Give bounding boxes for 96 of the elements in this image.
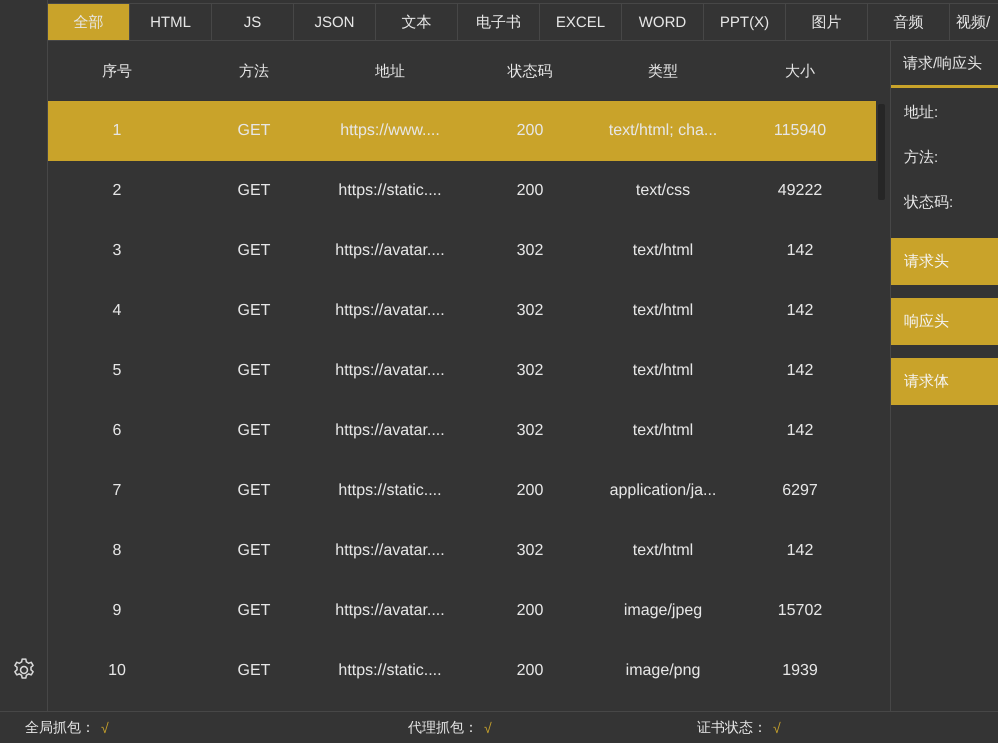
filter-tab[interactable]: 音频 (868, 4, 950, 40)
table-cell: text/html (632, 242, 694, 260)
table-cell: 2 (112, 182, 122, 200)
filter-tab[interactable]: 视频/ (950, 4, 998, 40)
status-value: √ (484, 720, 492, 736)
table-row[interactable]: 8 GET https://avatar.... 302 text/html 142 (48, 521, 876, 581)
table-cell: text/html (632, 542, 694, 560)
table-cell: 302 (516, 542, 544, 560)
table-cell: 7 (112, 482, 122, 500)
status-value: √ (101, 720, 109, 736)
status-label: 全局抓包： (25, 718, 95, 736)
table-cell: https://avatar.... (335, 542, 445, 560)
table-cell: application/ja... (610, 482, 716, 500)
status-value: √ (773, 720, 781, 736)
table-row[interactable]: 5 GET https://avatar.... 302 text/html 142 (48, 341, 876, 401)
table-cell: 9 (112, 602, 122, 620)
table-cell: 142 (786, 542, 814, 560)
table-row[interactable]: 6 GET https://avatar.... 302 text/html 142 (48, 401, 876, 461)
table-cell: 1939 (782, 662, 818, 680)
table-cell: https://avatar.... (335, 242, 445, 260)
column-header: 状态码 (506, 62, 554, 82)
table-cell: 302 (516, 242, 544, 260)
table-cell: 4 (112, 302, 122, 320)
table-cell: GET (238, 362, 270, 380)
column-header: 地址 (374, 62, 406, 82)
filter-tab[interactable]: PPT(X) (704, 4, 786, 40)
filter-tab[interactable]: EXCEL (540, 4, 622, 40)
table-row[interactable]: 3 GET https://avatar.... 302 text/html 142 (48, 221, 876, 281)
table-cell: 302 (516, 362, 544, 380)
table-cell: 142 (786, 362, 814, 380)
column-header: 大小 (784, 62, 816, 82)
table-cell: GET (238, 482, 270, 500)
table-cell: 200 (516, 482, 544, 500)
table-cell: GET (238, 182, 270, 200)
table-cell: 302 (516, 422, 544, 440)
table-cell: GET (238, 542, 270, 560)
filter-tab[interactable]: 文本 (376, 4, 458, 40)
table-cell: https://www.... (340, 122, 440, 140)
table-cell: https://static.... (338, 182, 442, 200)
table-cell: https://avatar.... (335, 362, 445, 380)
table-cell: image/jpeg (624, 602, 702, 620)
table-cell: text/css (636, 182, 690, 200)
table-cell: GET (238, 422, 270, 440)
table-row[interactable]: 10 GET https://static.... 200 image/png 1939 (48, 641, 876, 701)
filter-tab[interactable]: 图片 (786, 4, 868, 40)
table-cell: text/html (632, 422, 694, 440)
column-header: 方法 (238, 62, 270, 82)
table-cell: https://avatar.... (335, 302, 445, 320)
column-header: 类型 (647, 62, 679, 82)
table-cell: 8 (112, 542, 122, 560)
table-cell: text/html (632, 362, 694, 380)
table-cell: GET (238, 602, 270, 620)
table-cell: image/png (626, 662, 700, 680)
table-cell: 3 (112, 242, 122, 260)
table-cell: 15702 (778, 602, 822, 620)
table-cell: 10 (108, 662, 126, 680)
table-cell: GET (238, 242, 270, 260)
table-cell: 1 (112, 122, 122, 140)
filter-tab[interactable]: 电子书 (458, 4, 540, 40)
table-row[interactable]: 2 GET https://static.... 200 text/css 49222 (48, 161, 876, 221)
filter-tab[interactable]: WORD (622, 4, 704, 40)
status-label: 代理抓包： (408, 718, 478, 736)
table-cell: 49222 (778, 182, 822, 200)
table-cell: 115940 (774, 122, 826, 140)
table-cell: GET (238, 662, 270, 680)
field-label: 地址: (904, 103, 938, 122)
table-row[interactable]: 9 GET https://avatar.... 200 image/jpeg 15702 (48, 581, 876, 641)
field-label: 方法: (904, 148, 938, 167)
table-cell: 200 (516, 182, 544, 200)
table-cell: 302 (516, 302, 544, 320)
table-cell: 5 (112, 362, 122, 380)
table-cell: https://avatar.... (335, 602, 445, 620)
table-row[interactable]: 4 GET https://avatar.... 302 text/html 142 (48, 281, 876, 341)
table-cell: https://static.... (338, 662, 442, 680)
detail-tab[interactable]: 请求/响应头 (891, 41, 998, 88)
table-cell: https://avatar.... (335, 422, 445, 440)
table-cell: GET (238, 122, 270, 140)
status-label: 证书状态： (697, 718, 767, 736)
column-header: 序号 (101, 62, 133, 82)
table-row[interactable]: 7 GET https://static.... 200 application/ja... 6297 (48, 461, 876, 521)
table-cell: text/html (632, 302, 694, 320)
table-cell: 200 (516, 122, 544, 140)
table-cell: GET (238, 302, 270, 320)
filter-tab[interactable]: JS (212, 4, 294, 40)
field-label: 状态码: (904, 193, 954, 212)
table-cell: 142 (786, 422, 814, 440)
table-cell: 6297 (782, 482, 818, 500)
filter-tab[interactable]: HTML (130, 4, 212, 40)
table-cell: 200 (516, 602, 544, 620)
table-cell: https://static.... (338, 482, 442, 500)
table-cell: text/html; cha... (608, 122, 718, 140)
table-cell: 6 (112, 422, 122, 440)
table-cell: 142 (786, 242, 814, 260)
table-cell: 142 (786, 302, 814, 320)
filter-tab[interactable]: JSON (294, 4, 376, 40)
table-cell: 200 (516, 662, 544, 680)
